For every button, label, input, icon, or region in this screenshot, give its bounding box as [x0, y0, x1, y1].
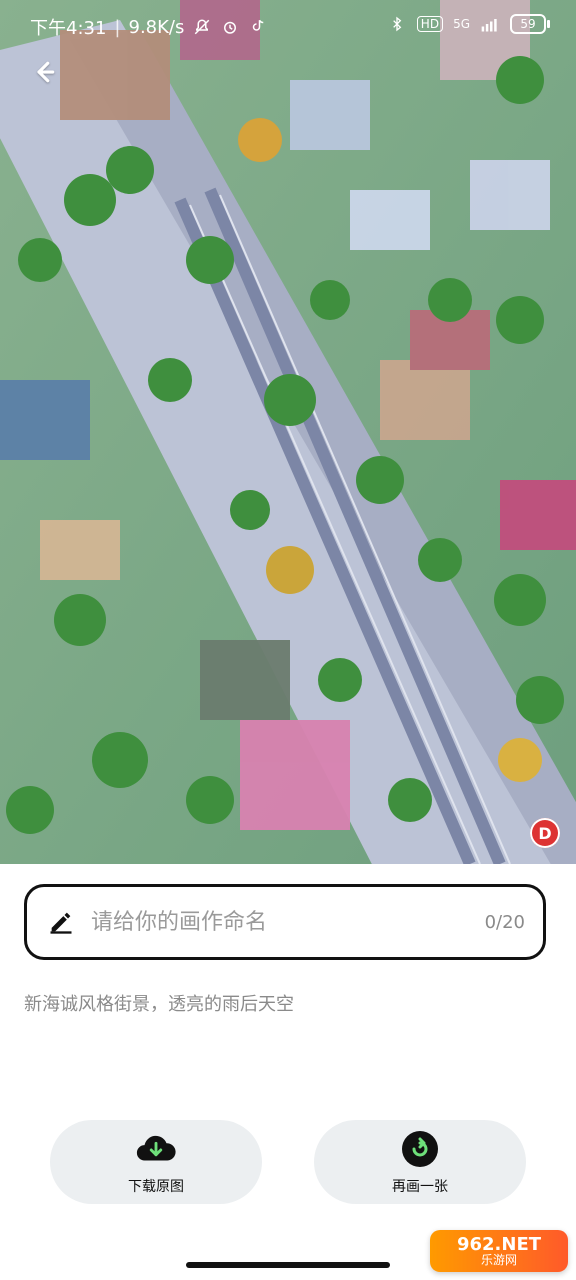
status-separator: |	[114, 16, 121, 38]
watermark-logo: 962.NET 乐游网	[430, 1230, 568, 1272]
battery-level: 59	[520, 17, 536, 31]
download-original-label: 下载原图	[128, 1179, 184, 1195]
status-time: 下午4:31	[30, 18, 107, 39]
app-badge-text: D	[538, 823, 552, 843]
download-cloud-icon	[135, 1128, 177, 1170]
redraw-icon	[399, 1128, 441, 1170]
status-speed: 9.8K/s	[128, 16, 185, 38]
hd-indicator: HD	[416, 16, 444, 32]
pen-icon	[47, 908, 75, 936]
tiktok-icon	[248, 17, 268, 37]
back-arrow-icon	[29, 57, 59, 91]
bluetooth-icon	[387, 14, 407, 34]
app-badge-icon: D	[530, 818, 560, 848]
home-gesture-bar[interactable]	[186, 1262, 390, 1268]
silent-bell-icon	[192, 17, 212, 37]
redraw-label: 再画一张	[392, 1179, 448, 1195]
artwork-image	[0, 0, 576, 864]
status-left: 下午4:31 | 9.8K/s	[30, 14, 268, 40]
back-button[interactable]	[24, 54, 64, 94]
watermark-line1: 962.NET	[456, 1234, 542, 1255]
name-char-counter: 0/20	[484, 911, 525, 933]
battery-indicator: 59	[510, 14, 550, 34]
signal-icon	[480, 14, 500, 34]
status-bar: 下午4:31 | 9.8K/s HD 5G 59	[0, 0, 576, 52]
network-type: 5G	[453, 17, 470, 31]
watermark-line2: 乐游网	[480, 1253, 517, 1267]
artwork-name-field[interactable]: 0/20	[24, 884, 546, 960]
status-right: HD 5G 59	[387, 14, 550, 34]
alarm-clock-icon	[220, 17, 240, 37]
redraw-button[interactable]: 再画一张	[314, 1120, 526, 1204]
prompt-description: 新海诚风格街景，透亮的雨后天空	[24, 994, 294, 1015]
artwork-name-input[interactable]	[89, 886, 485, 958]
download-original-button[interactable]: 下载原图	[50, 1120, 262, 1204]
